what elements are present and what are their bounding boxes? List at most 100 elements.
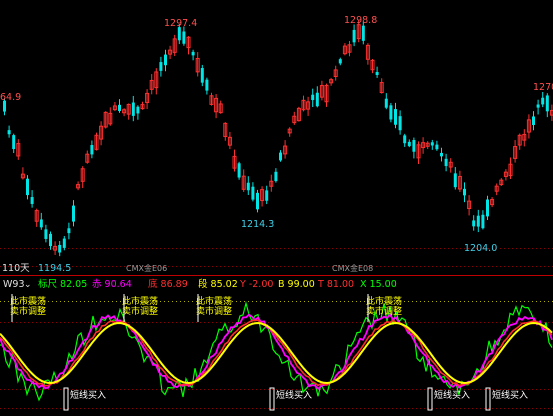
indicator-item-value: 90.64 (102, 279, 132, 290)
signal-text: 此市震荡 (366, 295, 402, 307)
price-label-peak-2: 1298.8 (344, 15, 377, 26)
candle-body (164, 54, 167, 66)
candle (16, 139, 21, 160)
candle (112, 102, 117, 112)
candle (58, 240, 62, 257)
candle (145, 89, 150, 109)
candle-body (251, 186, 255, 200)
candle-body (486, 199, 489, 217)
candle-body (545, 95, 549, 112)
candle (283, 140, 288, 159)
candle (20, 167, 25, 180)
candle (62, 235, 66, 251)
candle (126, 103, 131, 120)
candle (545, 93, 549, 118)
candle (103, 111, 108, 129)
candle (85, 150, 90, 164)
indicator-item: Y -2.00 (239, 279, 273, 290)
signal-annotations: 此市震荡卖市调整此市震荡卖市调整此市震荡卖市调整此市震荡卖市调整短线买入 短线买入… (10, 294, 528, 411)
candle (435, 140, 439, 151)
price-label-peak-1: 1297.4 (164, 18, 197, 29)
candle (200, 64, 204, 87)
candle (486, 195, 489, 221)
indicator-name[interactable]: W93 (3, 279, 24, 290)
candle (467, 195, 472, 216)
candle (260, 186, 265, 207)
candle (246, 176, 250, 195)
candle (274, 168, 278, 183)
candle (227, 131, 232, 150)
signal-text: 卖市调整 (122, 305, 158, 317)
candle (379, 78, 384, 94)
chevron-down-icon[interactable]: ⌄ (24, 280, 32, 290)
candle (90, 140, 94, 159)
candle (394, 102, 397, 129)
chart-canvas[interactable]: 64.9 1297.4 1298.8 1270 1194.5 1214.3 12… (0, 0, 553, 416)
contract-label-2: CMX金E08 (332, 263, 373, 273)
candle (301, 95, 306, 112)
candle-body (159, 62, 163, 71)
candle (375, 66, 379, 78)
candle (26, 175, 29, 200)
candle (315, 86, 319, 108)
signal-text: 卖市调整 (10, 305, 46, 317)
candle (168, 45, 173, 60)
signal-text: 短线买入 (492, 389, 528, 401)
candle (324, 83, 329, 107)
candle-body (182, 31, 186, 44)
candle-body (49, 233, 52, 247)
candle (499, 178, 504, 187)
candle-body (12, 135, 16, 150)
candle (94, 132, 99, 151)
candle-body (472, 220, 476, 227)
candle-body (62, 238, 66, 248)
candle-body (481, 214, 485, 229)
indicator-item-value: 82.05 (57, 279, 87, 290)
signal-text: 短线买入 (434, 389, 470, 401)
candle (251, 182, 255, 202)
signal-text: 卖市调整 (366, 305, 402, 317)
candle (296, 106, 301, 122)
candle (526, 114, 531, 139)
indicator-item: 底 86.89 (148, 278, 188, 290)
candle (389, 102, 393, 123)
candle (448, 158, 453, 173)
candle (425, 141, 430, 150)
candle (421, 137, 426, 154)
candle (329, 77, 334, 86)
candle (311, 88, 315, 108)
candle-body (246, 182, 250, 191)
candle (352, 24, 356, 47)
candle (265, 185, 269, 205)
candle (256, 189, 259, 213)
candle (154, 68, 159, 95)
candle (407, 139, 411, 148)
candle (342, 43, 347, 56)
candle (306, 96, 311, 116)
indicator-item-value: 86.89 (158, 279, 188, 290)
candle (140, 101, 145, 110)
candlestick-series[interactable] (3, 19, 553, 257)
candle (457, 170, 462, 193)
signal-text: 此市震荡 (122, 295, 158, 307)
candle (205, 77, 209, 95)
candle (122, 108, 127, 117)
candle (67, 222, 71, 240)
candle (241, 169, 246, 192)
price-label-trough-1: 1194.5 (38, 263, 71, 274)
candle-body (44, 229, 48, 239)
indicator-bar[interactable]: W93 ⌄ 标尺 82.05 赤 90.64 底 86.89 段 85.02 Y -2.… (3, 278, 397, 290)
candle (384, 93, 388, 110)
candle-body (136, 106, 140, 114)
signal-text: 短线买入 (70, 389, 106, 401)
candle (39, 212, 43, 230)
candle (333, 65, 338, 81)
indicator-item-label: 段 (198, 278, 208, 290)
candle-body (256, 192, 259, 210)
candle (218, 100, 223, 114)
candle-body (191, 51, 195, 56)
candle (522, 129, 527, 147)
candle (412, 137, 416, 159)
signal-marker (269, 387, 275, 411)
candle-body (384, 98, 388, 108)
